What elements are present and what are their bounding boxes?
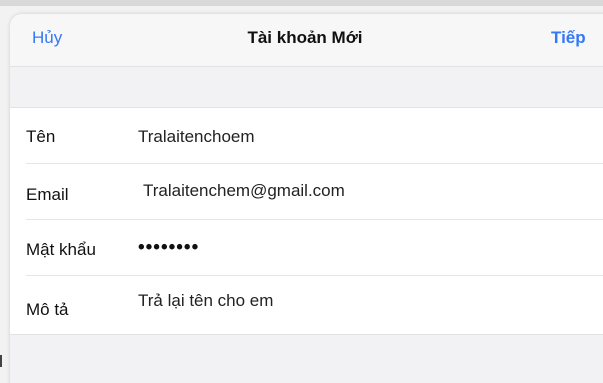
- password-field[interactable]: ••••••••: [138, 237, 588, 259]
- background-edge: [0, 0, 603, 6]
- description-field[interactable]: Trả lại tên cho em: [138, 291, 588, 311]
- next-button[interactable]: Tiếp: [551, 28, 586, 48]
- new-account-sheet: Hủy Tài khoản Mới Tiếp Tên Tralaitenchoe…: [10, 14, 603, 383]
- description-row: Mô tả Trả lại tên cho em: [10, 276, 603, 332]
- name-row: Tên Tralaitenchoem: [10, 108, 603, 164]
- email-field[interactable]: Tralaitenchem@gmail.com: [143, 181, 593, 201]
- name-label: Tên: [26, 127, 56, 146]
- email-row: Email Tralaitenchem@gmail.com: [10, 164, 603, 220]
- email-label: Email: [26, 185, 69, 204]
- navigation-bar: Hủy Tài khoản Mới Tiếp: [10, 14, 603, 67]
- background-window: Hủy Tài khoản Mới Tiếp Tên Tralaitenchoe…: [0, 0, 603, 383]
- password-row: Mật khẩu ••••••••: [10, 220, 603, 276]
- account-form: Tên Tralaitenchoem Email Tralaitenchem@g…: [10, 107, 603, 335]
- sheet-title: Tài khoản Mới: [247, 28, 363, 47]
- name-field[interactable]: Tralaitenchoem: [138, 127, 588, 147]
- description-label: Mô tả: [26, 300, 69, 319]
- password-label: Mật khẩu: [26, 240, 96, 259]
- background-mark: [0, 355, 2, 367]
